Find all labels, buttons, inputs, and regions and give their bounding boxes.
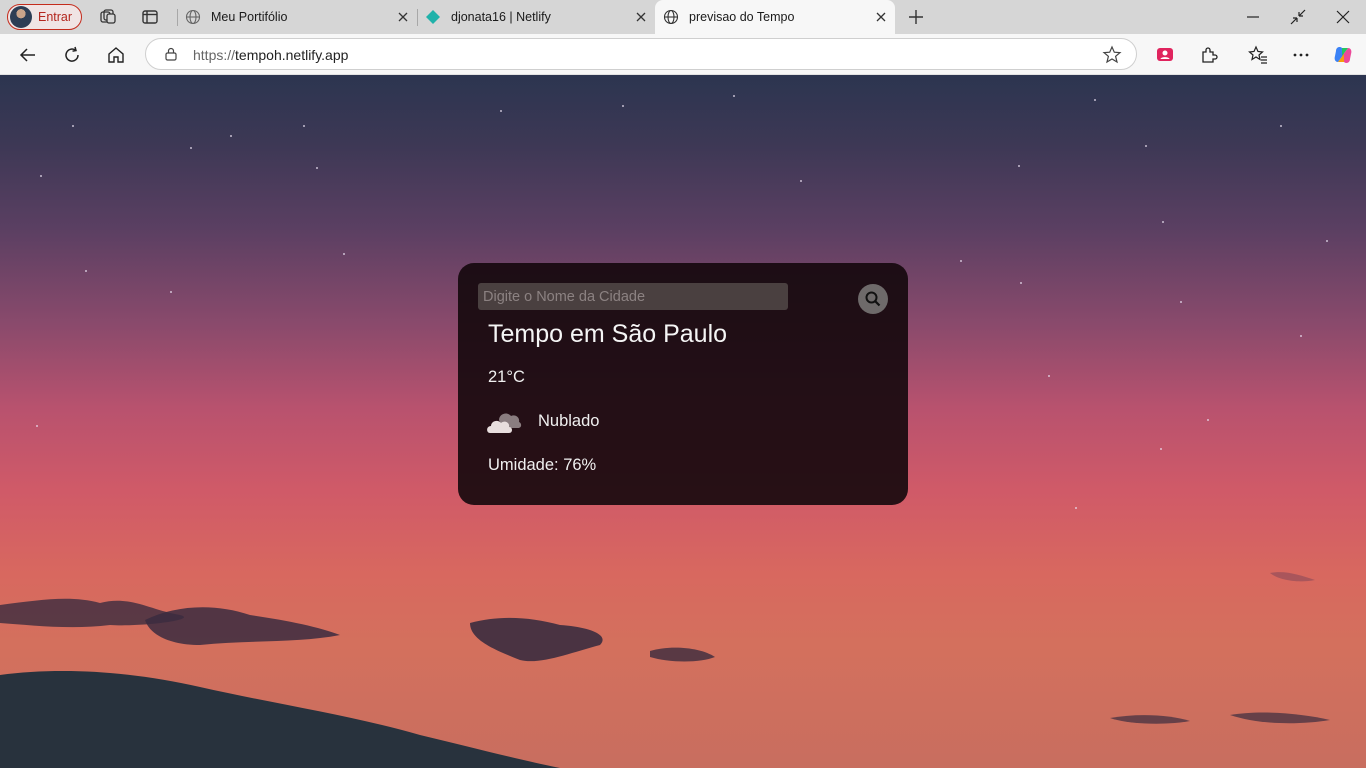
close-tab-icon[interactable] [633,9,649,25]
refresh-icon[interactable] [60,43,84,67]
tab-title: djonata16 | Netlify [451,10,551,24]
tab-previsao-do-tempo[interactable]: previsao do Tempo [655,0,895,34]
more-options-icon[interactable] [1289,43,1313,67]
globe-icon [185,9,201,25]
url-host: tempoh.netlify.app [235,47,349,63]
tab-title: Meu Portifólio [211,10,288,24]
search-button[interactable] [858,284,888,314]
profile-alert-icon[interactable] [1153,43,1177,67]
workspaces-icon[interactable] [99,8,117,26]
condition-text: Nublado [538,412,600,430]
close-window-icon[interactable] [1331,5,1355,29]
avatar [10,6,32,28]
city-search-input[interactable] [478,283,788,310]
tab-meu-portifolio[interactable]: Meu Portifólio [177,0,417,34]
close-tab-icon[interactable] [395,9,411,25]
back-icon[interactable] [16,43,40,67]
cloud-icon [485,408,523,436]
close-tab-icon[interactable] [873,9,889,25]
browser-toolbar: https://tempoh.netlify.app [0,34,1366,75]
new-tab-icon[interactable] [905,7,927,27]
humidity-text: Umidade: 76% [488,456,597,474]
profile-label: Entrar [38,10,73,24]
weather-card: Tempo em São Paulo 21°C Nublado Umidade:… [458,263,908,505]
netlify-icon [425,9,441,25]
copilot-icon[interactable] [1331,43,1355,67]
url-protocol: https:// [193,47,236,63]
address-bar[interactable]: https://tempoh.netlify.app [145,38,1137,70]
temperature: 21°C [488,368,525,386]
home-icon[interactable] [104,43,128,67]
favorites-icon[interactable] [1246,43,1270,67]
page-background: Tempo em São Paulo 21°C Nublado Umidade:… [0,75,1366,768]
minimize-icon[interactable] [1241,5,1265,29]
extensions-icon[interactable] [1197,43,1221,67]
favorite-star-icon[interactable] [1102,45,1122,65]
lock-icon[interactable] [164,47,178,61]
restore-icon[interactable] [1286,5,1310,29]
city-title: Tempo em São Paulo [488,320,728,348]
vertical-tabs-icon[interactable] [141,8,159,26]
globe-icon [663,9,679,25]
tab-netlify[interactable]: djonata16 | Netlify [417,0,655,34]
profile-button[interactable]: Entrar [7,4,82,30]
tab-title: previsao do Tempo [689,10,795,24]
search-icon [865,291,881,307]
url-text: https://tempoh.netlify.app [193,47,348,63]
tab-strip: Entrar Meu Portifólio djonata16 | Netlif… [0,0,1366,34]
